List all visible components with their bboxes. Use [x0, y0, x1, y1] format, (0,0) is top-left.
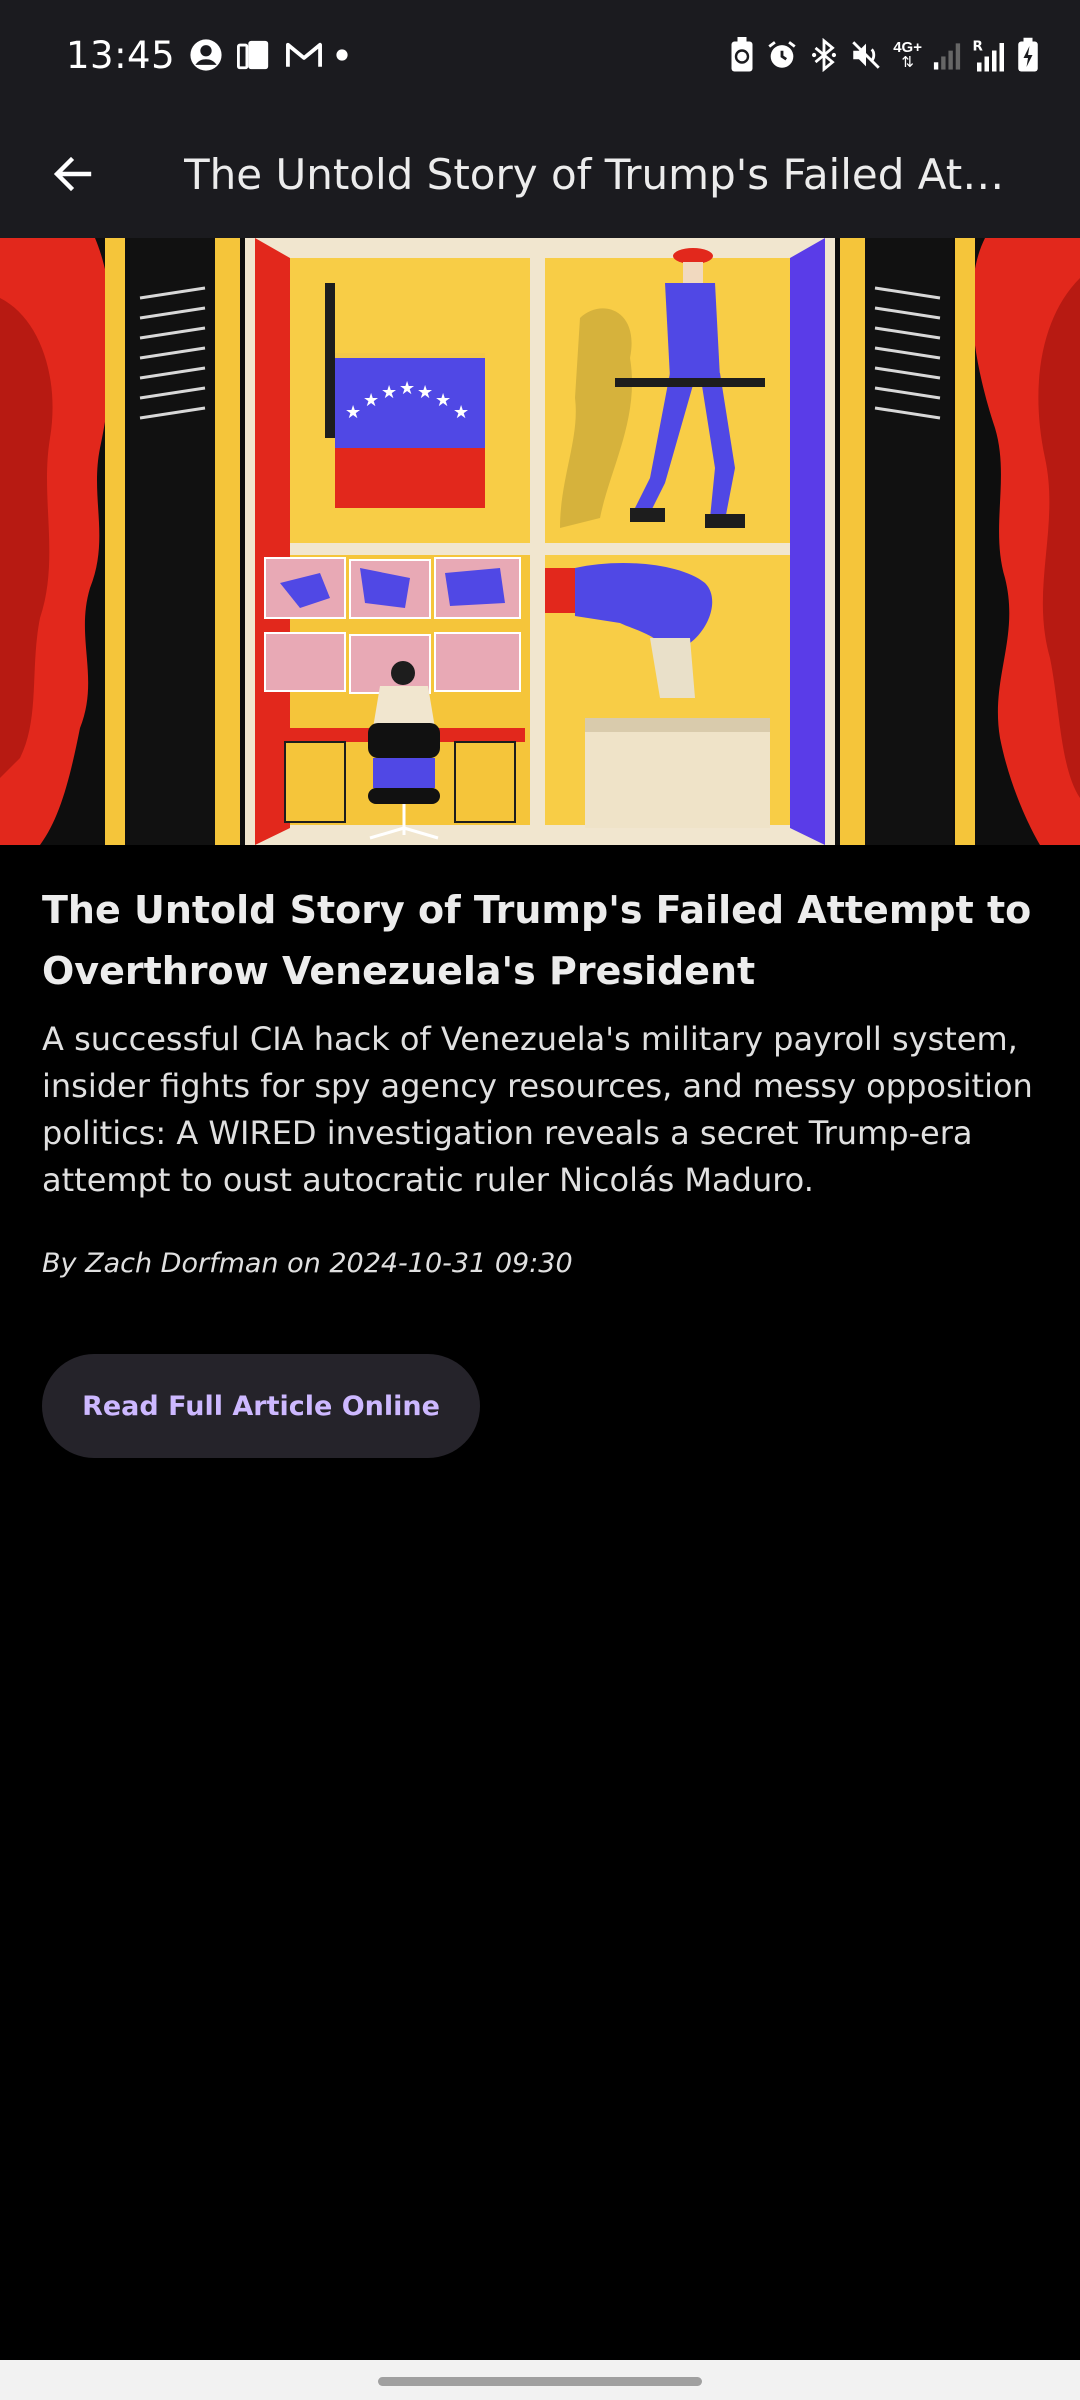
svg-text:★: ★ — [453, 402, 469, 423]
article-content: The Untold Story of Trump's Failed Attem… — [42, 880, 1042, 1458]
home-gesture-handle[interactable] — [378, 2377, 702, 2386]
back-button[interactable] — [38, 139, 108, 209]
status-system-icons: 4G+ ⇅ R — [729, 35, 1040, 75]
page-title: The Untold Story of Trump's Failed Attem… — [184, 149, 1014, 199]
svg-text:★: ★ — [417, 382, 433, 403]
status-time: 13:45 — [66, 33, 176, 77]
svg-text:R: R — [973, 39, 984, 55]
svg-text:★: ★ — [363, 390, 379, 411]
status-bar: 13:45 4G+ ⇅ R — [0, 0, 1080, 110]
gmail-icon — [285, 35, 323, 75]
battery-charging-icon — [1016, 35, 1040, 75]
svg-text:★: ★ — [399, 378, 415, 399]
account-circle-icon — [189, 35, 223, 75]
svg-text:★: ★ — [345, 402, 361, 423]
article-byline: By Zach Dorfman on 2024-10-31 09:30 — [42, 1248, 573, 1279]
alarm-icon — [765, 35, 799, 75]
gesture-nav-bar — [0, 2360, 1080, 2400]
status-notification-icons — [189, 35, 349, 75]
mobile-data-icon: 4G+ ⇅ — [893, 39, 922, 71]
svg-text:★: ★ — [435, 390, 451, 411]
bluetooth-icon — [809, 35, 839, 75]
signal-weak-icon — [932, 35, 962, 75]
volume-mute-icon — [849, 35, 883, 75]
svg-text:★: ★ — [381, 382, 397, 403]
signal-roaming-icon: R — [972, 35, 1006, 75]
read-full-article-button[interactable]: Read Full Article Online — [42, 1354, 480, 1458]
article-headline: The Untold Story of Trump's Failed Attem… — [42, 888, 1032, 993]
article-hero-image: ★ ★ ★ ★ ★ ★ ★ — [0, 238, 1080, 845]
app-bar: The Untold Story of Trump's Failed Attem… — [0, 110, 1080, 238]
notification-dot-icon — [335, 35, 349, 75]
arrow-back-icon — [53, 156, 92, 192]
article-summary: A successful CIA hack of Venezuela's mil… — [42, 1020, 1033, 1199]
battery-saver-icon — [729, 35, 755, 75]
devices-icon — [235, 35, 273, 75]
